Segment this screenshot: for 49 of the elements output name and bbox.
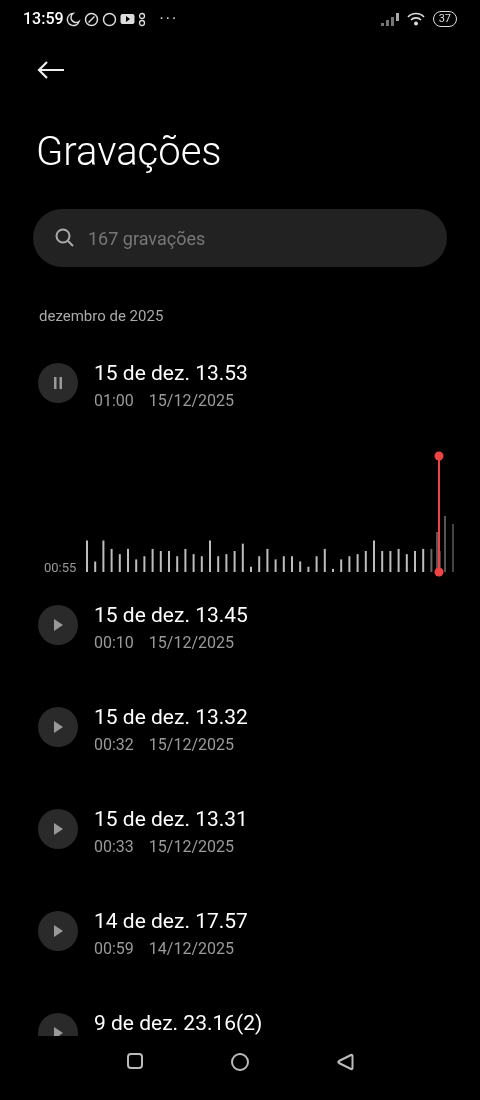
recording-date: 14/12/2025 [148,937,234,960]
recording-title: 14 de dez. 17.57 [94,907,248,934]
back-icon[interactable] [336,1051,354,1072]
moon-icon [65,11,81,27]
recording-title: 15 de dez. 13.45 [94,601,248,628]
recording-duration: 00:32 [94,733,134,756]
recording-item[interactable]: 15 de dez. 13.31 00:33 15/12/2025 [0,791,480,894]
recording-duration: 00:33 [94,835,134,858]
section-header: dezembro de 2025 [39,306,165,327]
recording-item[interactable]: 9 de dez. 23.16(2) [0,995,480,1036]
play-icon [53,924,63,937]
recording-item[interactable]: 15 de dez. 13.45 00:10 15/12/2025 [0,587,480,690]
recent-apps-icon[interactable] [126,1051,144,1070]
play-button[interactable] [38,910,78,951]
search-icon [55,228,75,248]
page-title: Gravações [36,128,223,176]
play-icon [53,618,63,631]
play-button[interactable] [38,706,78,747]
recording-title: 15 de dez. 13.32 [94,703,248,730]
pause-icon [53,376,63,389]
recording-date: 15/12/2025 [148,631,234,654]
wifi-icon [406,12,425,26]
recording-duration: 00:10 [94,631,134,654]
play-button[interactable] [38,808,78,849]
pause-button[interactable] [38,362,78,403]
compass-icon [83,11,99,27]
signal-icon [380,12,401,26]
recording-date: 15/12/2025 [148,835,234,858]
play-icon [53,720,63,733]
recording-date: 15/12/2025 [148,733,234,756]
home-icon[interactable] [230,1051,250,1072]
recording-item[interactable]: 15 de dez. 13.53 01:00 15/12/2025 [0,345,480,448]
playback-position: 00:55 [44,559,77,577]
recording-item[interactable]: 15 de dez. 13.32 00:32 15/12/2025 [0,689,480,792]
recording-title: 15 de dez. 13.31 [94,805,248,832]
recording-date: 15/12/2025 [148,389,234,412]
recording-duration: 01:00 [94,389,134,412]
video-icon [119,13,135,25]
recording-title: 9 de dez. 23.16(2) [94,1009,263,1036]
recording-title: 15 de dez. 13.53 [94,359,248,386]
more-indicator: ··· [159,8,179,30]
search-field[interactable]: 167 gravações [33,209,447,267]
play-icon [53,1026,63,1036]
recording-duration: 00:59 [94,937,134,960]
play-icon [53,822,63,835]
play-button[interactable] [38,604,78,645]
recording-item[interactable]: 14 de dez. 17.57 00:59 14/12/2025 [0,893,480,996]
playhead[interactable] [433,449,445,578]
status-time: 13:59 [23,8,64,30]
